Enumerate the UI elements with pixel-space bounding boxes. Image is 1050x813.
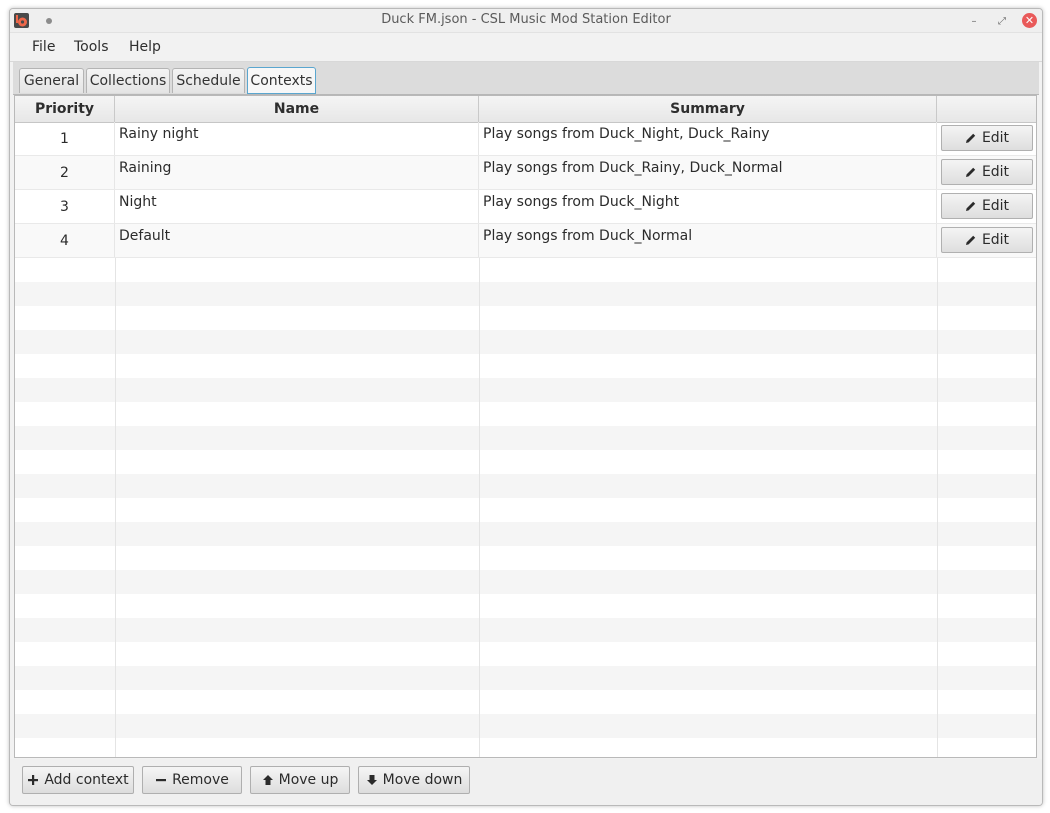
bottom-toolbar: Add context Remove Move up Move down — [10, 759, 1042, 805]
empty-row — [15, 330, 1036, 354]
edit-button-label: Edit — [981, 130, 1010, 146]
menu-tools[interactable]: Tools — [74, 39, 109, 55]
column-header-name[interactable]: Name — [115, 96, 479, 122]
column-divider — [937, 258, 938, 757]
add-context-label: Add context — [44, 772, 129, 788]
action-cell: Edit — [937, 122, 1036, 155]
empty-row — [15, 522, 1036, 546]
contexts-table: Priority Name Summary 1 Rainy night Play… — [14, 95, 1037, 758]
empty-row — [15, 498, 1036, 522]
name-cell: Default — [115, 224, 479, 257]
pencil-icon — [965, 166, 977, 178]
empty-row — [15, 642, 1036, 666]
tab-bar: General Collections Schedule Contexts — [13, 62, 1039, 95]
priority-cell: 3 — [15, 190, 115, 223]
empty-row — [15, 546, 1036, 570]
table-row[interactable]: 3 Night Play songs from Duck_Night Edit — [15, 190, 1036, 224]
tab-schedule[interactable]: Schedule — [172, 68, 245, 93]
empty-row — [15, 354, 1036, 378]
remove-button[interactable]: Remove — [142, 766, 242, 794]
table-header: Priority Name Summary — [15, 96, 1036, 123]
empty-row — [15, 714, 1036, 738]
pencil-icon — [965, 234, 977, 246]
empty-row — [15, 570, 1036, 594]
menu-file[interactable]: File — [32, 39, 55, 55]
add-context-button[interactable]: Add context — [22, 766, 134, 794]
edit-button[interactable]: Edit — [941, 227, 1033, 253]
action-cell: Edit — [937, 190, 1036, 223]
empty-row — [15, 474, 1036, 498]
action-cell: Edit — [937, 224, 1036, 257]
empty-row — [15, 426, 1036, 450]
pencil-icon — [965, 200, 977, 212]
remove-label: Remove — [172, 772, 229, 788]
close-icon[interactable]: ✕ — [1022, 13, 1037, 28]
arrow-up-icon — [262, 774, 274, 786]
title-bar: Duck FM.json - CSL Music Mod Station Edi… — [10, 9, 1042, 33]
column-divider — [479, 258, 480, 757]
move-up-label: Move up — [278, 772, 339, 788]
table-row[interactable]: 1 Rainy night Play songs from Duck_Night… — [15, 122, 1036, 156]
tab-general[interactable]: General — [19, 68, 84, 93]
edit-button[interactable]: Edit — [941, 125, 1033, 151]
app-window: Duck FM.json - CSL Music Mod Station Edi… — [9, 8, 1043, 806]
minimize-icon[interactable]: – — [967, 14, 981, 28]
edit-button[interactable]: Edit — [941, 159, 1033, 185]
edit-button-label: Edit — [981, 198, 1010, 214]
priority-cell: 4 — [15, 224, 115, 257]
empty-row — [15, 306, 1036, 330]
empty-row — [15, 282, 1036, 306]
move-down-button[interactable]: Move down — [358, 766, 470, 794]
empty-row — [15, 402, 1036, 426]
empty-row — [15, 666, 1036, 690]
empty-row — [15, 378, 1036, 402]
move-down-label: Move down — [382, 772, 463, 788]
summary-cell: Play songs from Duck_Night — [479, 190, 937, 223]
tab-contexts[interactable]: Contexts — [247, 67, 316, 94]
priority-cell: 1 — [15, 122, 115, 155]
empty-row — [15, 618, 1036, 642]
pencil-icon — [965, 132, 977, 144]
window-title: Duck FM.json - CSL Music Mod Station Edi… — [381, 12, 671, 27]
empty-row — [15, 594, 1036, 618]
empty-row — [15, 690, 1036, 714]
arrow-down-icon — [366, 774, 378, 786]
edit-button-label: Edit — [981, 232, 1010, 248]
summary-cell: Play songs from Duck_Normal — [479, 224, 937, 257]
table-row[interactable]: 2 Raining Play songs from Duck_Rainy, Du… — [15, 156, 1036, 190]
column-header-action — [937, 96, 1036, 122]
edit-button[interactable]: Edit — [941, 193, 1033, 219]
name-cell: Night — [115, 190, 479, 223]
plus-icon — [27, 774, 39, 786]
menu-bar: File Tools Help — [10, 33, 1042, 62]
table-row[interactable]: 4 Default Play songs from Duck_Normal Ed… — [15, 224, 1036, 258]
empty-row — [15, 450, 1036, 474]
summary-cell: Play songs from Duck_Night, Duck_Rainy — [479, 122, 937, 155]
menu-help[interactable]: Help — [129, 39, 161, 55]
action-cell: Edit — [937, 156, 1036, 189]
column-header-priority[interactable]: Priority — [15, 96, 115, 122]
name-cell: Rainy night — [115, 122, 479, 155]
name-cell: Raining — [115, 156, 479, 189]
tab-collections[interactable]: Collections — [86, 68, 170, 93]
minus-icon — [155, 774, 167, 786]
summary-cell: Play songs from Duck_Rainy, Duck_Normal — [479, 156, 937, 189]
priority-cell: 2 — [15, 156, 115, 189]
maximize-icon[interactable]: ⤢ — [995, 14, 1009, 28]
column-divider — [115, 258, 116, 757]
edit-button-label: Edit — [981, 164, 1010, 180]
move-up-button[interactable]: Move up — [250, 766, 350, 794]
column-header-summary[interactable]: Summary — [479, 96, 937, 122]
empty-row — [15, 738, 1036, 757]
empty-row — [15, 258, 1036, 282]
